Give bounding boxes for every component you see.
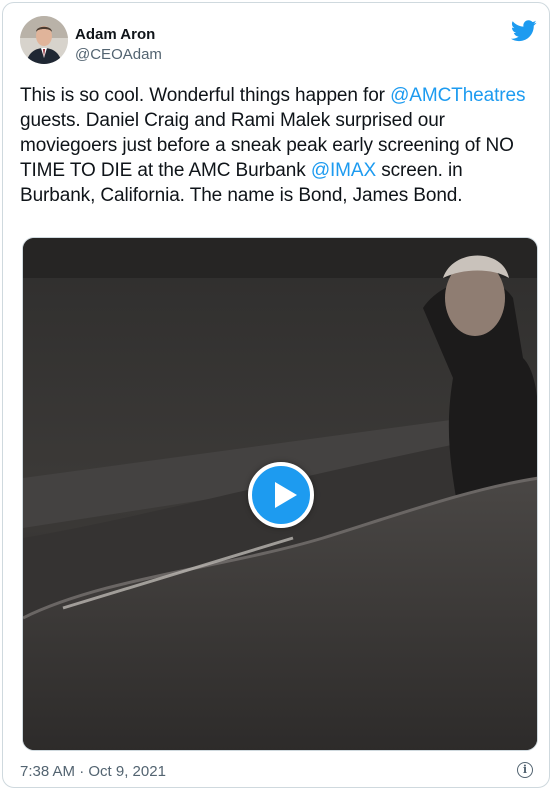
- tweet-text: This is so cool. Wonderful things happen…: [20, 83, 538, 208]
- info-icon[interactable]: i: [517, 762, 533, 778]
- video-player[interactable]: [22, 237, 538, 751]
- mention-amctheatres-link[interactable]: @AMCTheatres: [390, 85, 525, 106]
- avatar[interactable]: [20, 16, 68, 64]
- tweet-card: Adam Aron @CEOAdam This is so cool. Wond…: [2, 2, 550, 788]
- twitter-bird-icon[interactable]: [510, 20, 537, 42]
- play-button[interactable]: [248, 462, 314, 528]
- author-name[interactable]: Adam Aron: [75, 26, 155, 43]
- tweet-text-segment: This is so cool. Wonderful things happen…: [20, 85, 391, 106]
- author-handle[interactable]: @CEOAdam: [75, 46, 162, 63]
- timestamp[interactable]: 7:38 AM · Oct 9, 2021: [20, 763, 166, 780]
- mention-imax-link[interactable]: @IMAX: [311, 160, 376, 181]
